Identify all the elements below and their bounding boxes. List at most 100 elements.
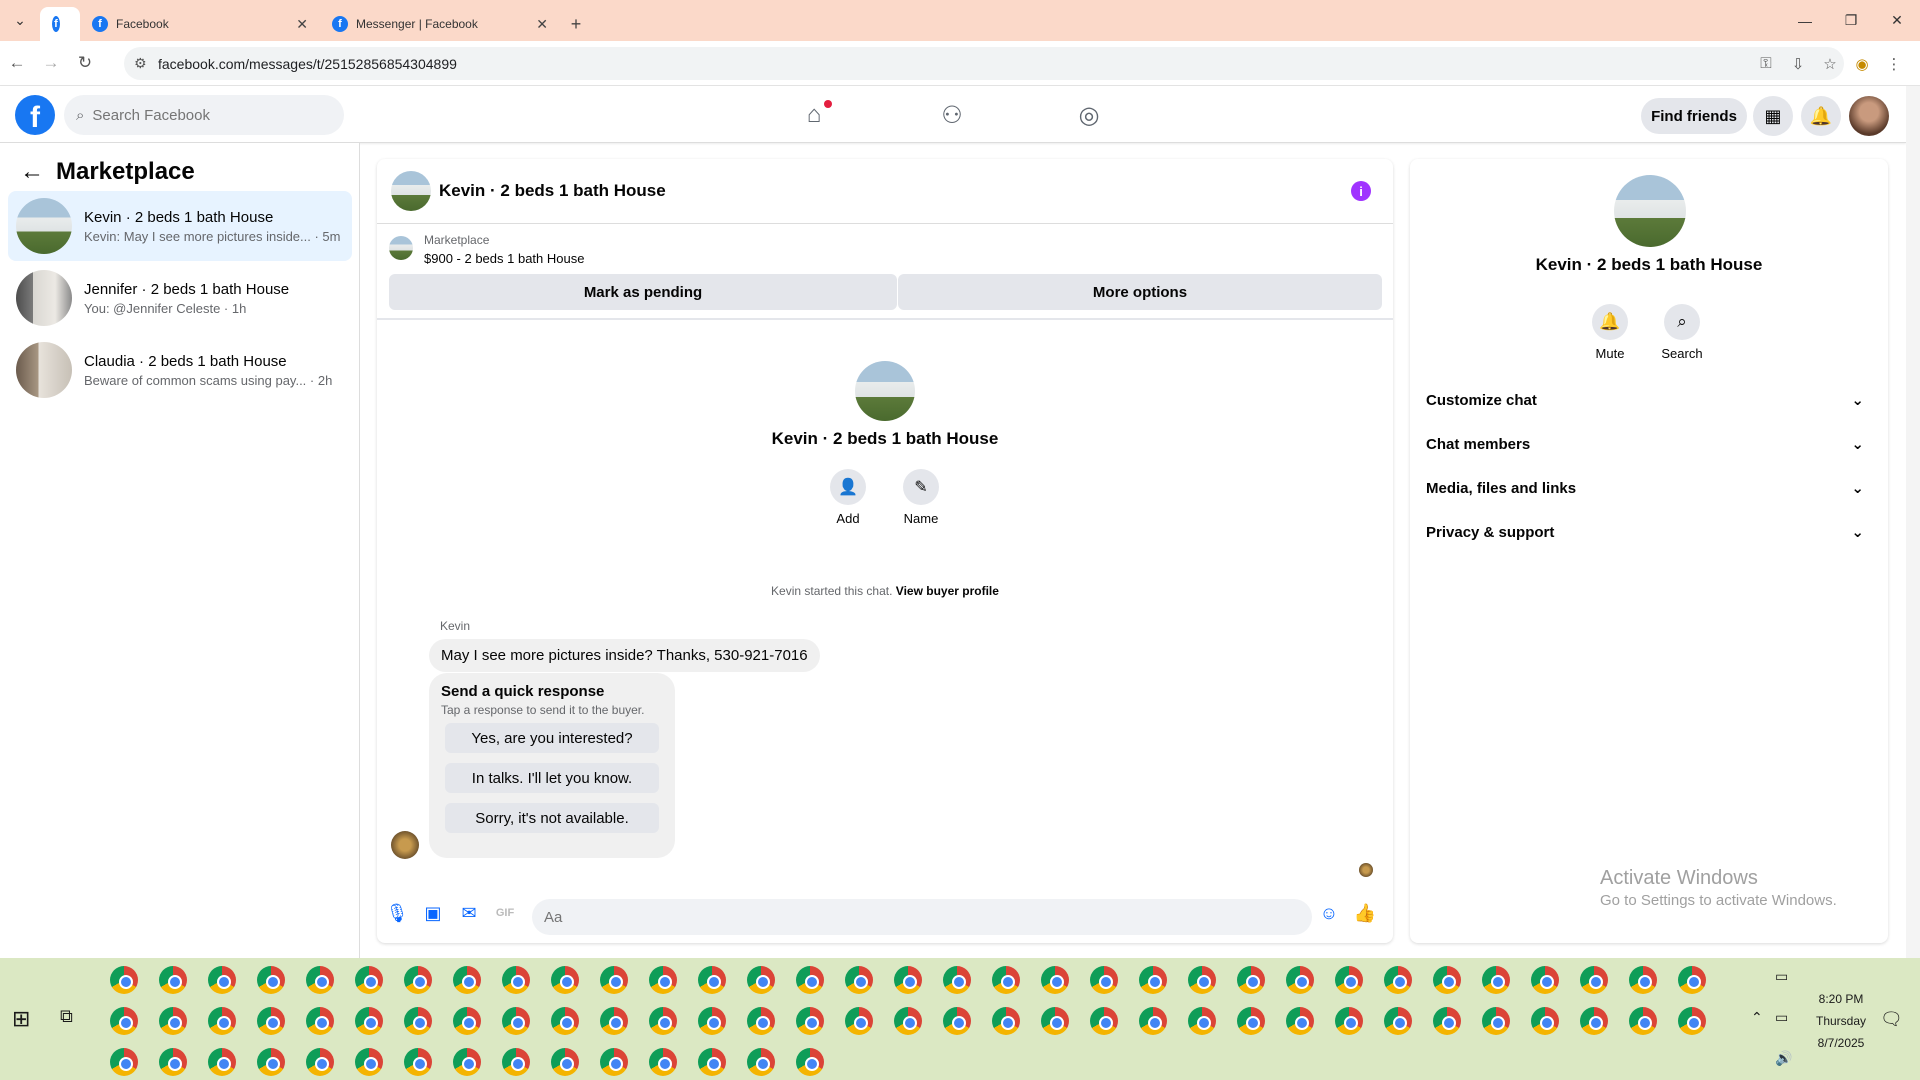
taskbar-browser-icon[interactable] <box>796 966 824 994</box>
page-scrollbar[interactable] <box>1906 86 1920 958</box>
install-app-icon[interactable]: ⇩ <box>1782 55 1814 73</box>
taskbar-browser-icon[interactable] <box>894 966 922 994</box>
back-arrow-icon[interactable]: ← <box>20 158 44 186</box>
taskbar-browser-icon[interactable] <box>1286 1007 1314 1035</box>
close-window-icon[interactable]: ✕ <box>1874 0 1920 41</box>
taskbar-browser-icon[interactable] <box>1433 1007 1461 1035</box>
reload-icon[interactable]: ↻ <box>68 53 102 73</box>
notifications-bell-icon[interactable]: 🔔 <box>1801 96 1841 136</box>
taskbar-browser-icon[interactable] <box>1041 1007 1069 1035</box>
taskbar-browser-icon[interactable] <box>159 966 187 994</box>
view-buyer-profile-link[interactable]: View buyer profile <box>896 584 999 598</box>
tray-chevron-up-icon[interactable]: ⌃ <box>1751 1009 1763 1026</box>
forward-icon[interactable]: → <box>34 53 68 73</box>
task-view-icon[interactable]: ⧉ <box>60 1006 73 1027</box>
taskbar-browser-icon[interactable] <box>1188 966 1216 994</box>
thumbs-up-icon[interactable]: 👍 <box>1351 899 1379 927</box>
taskbar-browser-icon[interactable] <box>992 1007 1020 1035</box>
taskbar-browser-icon[interactable] <box>943 966 971 994</box>
taskbar-browser-icon[interactable] <box>257 1007 285 1035</box>
taskbar-browser-icon[interactable] <box>159 1048 187 1076</box>
find-friends-button[interactable]: Find friends <box>1641 98 1747 134</box>
listing-thumbnail[interactable] <box>389 236 413 260</box>
add-button[interactable]: 👤 Add <box>818 469 878 526</box>
name-button[interactable]: ✎ Name <box>891 469 951 526</box>
taskbar-browser-icon[interactable] <box>257 1048 285 1076</box>
taskbar-browser-icon[interactable] <box>1188 1007 1216 1035</box>
taskbar-browser-icon[interactable] <box>1629 1007 1657 1035</box>
taskbar-browser-icon[interactable] <box>894 1007 922 1035</box>
tray-device-icon[interactable]: ▭ <box>1775 968 1788 985</box>
privacy-support-section[interactable]: Privacy & support ⌄ <box>1426 514 1872 550</box>
taskbar-browser-icon[interactable] <box>404 966 432 994</box>
taskbar-browser-icon[interactable] <box>1629 966 1657 994</box>
taskbar-browser-icon[interactable] <box>502 1048 530 1076</box>
taskbar-browser-icon[interactable] <box>1580 1007 1608 1035</box>
taskbar-browser-icon[interactable] <box>796 1048 824 1076</box>
gif-icon[interactable]: GIF <box>491 899 519 927</box>
taskbar-browser-icon[interactable] <box>208 1048 236 1076</box>
mute-button[interactable]: 🔔 Mute <box>1580 304 1640 361</box>
account-avatar[interactable] <box>1849 96 1889 136</box>
taskbar-browser-icon[interactable] <box>600 1048 628 1076</box>
friends-icon[interactable]: ⚇ <box>932 98 972 132</box>
taskbar-browser-icon[interactable] <box>1335 1007 1363 1035</box>
photo-icon[interactable]: ▣ <box>419 899 447 927</box>
back-icon[interactable]: ← <box>0 53 34 73</box>
taskbar-browser-icon[interactable] <box>1139 1007 1167 1035</box>
tab-pinned-facebook[interactable]: f <box>40 7 80 41</box>
taskbar-browser-icon[interactable] <box>1384 966 1412 994</box>
taskbar-browser-icon[interactable] <box>208 966 236 994</box>
taskbar-browser-icon[interactable] <box>1384 1007 1412 1035</box>
search-input[interactable] <box>92 106 313 124</box>
tab-facebook[interactable]: f Facebook ✕ <box>80 7 320 41</box>
taskbar-browser-icon[interactable] <box>1335 966 1363 994</box>
windows-start-icon[interactable]: ⊞ <box>12 1006 30 1032</box>
taskbar-browser-icon[interactable] <box>1531 966 1559 994</box>
new-tab-button[interactable]: + <box>560 7 592 41</box>
quick-response-button[interactable]: Sorry, it's not available. <box>445 803 659 833</box>
taskbar-browser-icon[interactable] <box>551 1048 579 1076</box>
site-info-icon[interactable]: ⚙ <box>134 55 147 72</box>
taskbar-browser-icon[interactable] <box>845 966 873 994</box>
taskbar-browser-icon[interactable] <box>502 966 530 994</box>
tab-messenger[interactable]: f Messenger | Facebook ✕ <box>320 7 560 41</box>
notification-center-icon[interactable]: 🗨 <box>1880 1009 1903 1030</box>
more-options-button[interactable]: More options <box>898 274 1382 310</box>
restore-icon[interactable]: ❐ <box>1828 0 1874 41</box>
search-box[interactable]: ⌕ <box>64 95 344 135</box>
taskbar-browser-icon[interactable] <box>306 966 334 994</box>
conversation-item[interactable]: Claudia · 2 beds 1 bath House Beware of … <box>8 335 352 405</box>
taskbar-browser-icon[interactable] <box>1531 1007 1559 1035</box>
taskbar-browser-icon[interactable] <box>649 966 677 994</box>
taskbar-browser-icon[interactable] <box>1237 1007 1265 1035</box>
taskbar-browser-icon[interactable] <box>110 1007 138 1035</box>
taskbar-browser-icon[interactable] <box>698 1048 726 1076</box>
taskbar-browser-icon[interactable] <box>698 966 726 994</box>
taskbar-browser-icon[interactable] <box>1580 966 1608 994</box>
conversation-item[interactable]: Jennifer · 2 beds 1 bath House You: @Jen… <box>8 263 352 333</box>
taskbar-browser-icon[interactable] <box>992 966 1020 994</box>
taskbar-browser-icon[interactable] <box>1482 966 1510 994</box>
details-avatar[interactable] <box>1614 175 1686 247</box>
taskbar-browser-icon[interactable] <box>649 1048 677 1076</box>
taskbar-browser-icon[interactable] <box>404 1007 432 1035</box>
media-files-links-section[interactable]: Media, files and links ⌄ <box>1426 470 1872 506</box>
bookmark-star-icon[interactable]: ☆ <box>1814 55 1846 73</box>
chat-avatar[interactable] <box>391 171 431 211</box>
mark-as-pending-button[interactable]: Mark as pending <box>389 274 897 310</box>
minimize-icon[interactable]: — <box>1782 0 1828 41</box>
taskbar-browser-icon[interactable] <box>306 1007 334 1035</box>
conversation-item[interactable]: Kevin · 2 beds 1 bath House Kevin: May I… <box>8 191 352 261</box>
search-in-chat-button[interactable]: ⌕ Search <box>1652 304 1712 361</box>
taskbar-browser-icon[interactable] <box>551 966 579 994</box>
quick-response-button[interactable]: In talks. I'll let you know. <box>445 763 659 793</box>
taskbar-browser-icon[interactable] <box>600 1007 628 1035</box>
microphone-icon[interactable]: 🎙 <box>383 899 411 927</box>
profile-icon[interactable]: ◉ <box>1846 55 1878 73</box>
taskbar-browser-icon[interactable] <box>453 1007 481 1035</box>
taskbar-browser-icon[interactable] <box>208 1007 236 1035</box>
taskbar-browser-icon[interactable] <box>747 966 775 994</box>
taskbar-browser-icon[interactable] <box>845 1007 873 1035</box>
emoji-icon[interactable]: ☺ <box>1315 899 1343 927</box>
